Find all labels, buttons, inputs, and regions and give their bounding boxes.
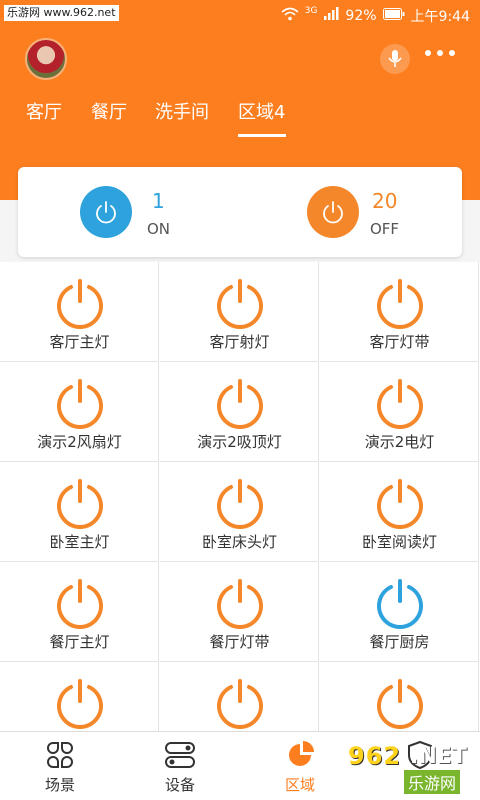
device-tile[interactable]: 卧室阅读灯 bbox=[320, 462, 479, 562]
power-icon[interactable] bbox=[54, 678, 106, 730]
off-power-button[interactable] bbox=[307, 186, 359, 238]
device-label: 客厅射灯 bbox=[209, 333, 270, 351]
battery-level: 92% bbox=[345, 8, 377, 24]
more-dot bbox=[425, 50, 431, 56]
device-icon bbox=[164, 740, 196, 770]
power-icon[interactable] bbox=[374, 278, 426, 330]
device-tile[interactable] bbox=[0, 662, 159, 732]
power-icon[interactable] bbox=[54, 378, 106, 430]
power-icon[interactable] bbox=[54, 278, 106, 330]
app-screen: 乐游网 www.962.net 3G 92% 上午9:44 客厅 餐厅 洗手间 … bbox=[0, 0, 480, 800]
network-type: 3G bbox=[304, 6, 318, 16]
device-label: 餐厅厨房 bbox=[369, 633, 430, 651]
on-power-button[interactable] bbox=[80, 186, 132, 238]
on-count: 1 bbox=[152, 189, 165, 213]
power-icon[interactable] bbox=[214, 578, 266, 630]
device-grid: 客厅主灯 客厅射灯 客厅灯带演示2风扇灯 演示2吸顶灯 演示2电灯卧室主灯 卧室床头灯 卧室… bbox=[0, 262, 480, 732]
power-icon[interactable] bbox=[374, 478, 426, 530]
device-tile[interactable]: 演示2电灯 bbox=[320, 362, 479, 462]
power-icon[interactable] bbox=[214, 278, 266, 330]
scene-icon bbox=[44, 740, 76, 770]
device-label: 客厅灯带 bbox=[369, 333, 430, 351]
device-label: 餐厅灯带 bbox=[209, 633, 270, 651]
microphone-icon bbox=[388, 50, 402, 67]
nav-scene[interactable]: 场景 bbox=[0, 732, 120, 800]
off-count: 20 bbox=[372, 189, 398, 213]
device-tile[interactable]: 演示2风扇灯 bbox=[0, 362, 159, 462]
power-icon[interactable] bbox=[54, 478, 106, 530]
site-logo: 962 .NET 乐游网 bbox=[340, 740, 476, 796]
nav-device-label: 设备 bbox=[164, 776, 195, 794]
watermark: 乐游网 www.962.net bbox=[4, 5, 119, 21]
on-label: ON bbox=[147, 220, 171, 238]
logo-text-cn: 乐游网 bbox=[404, 770, 461, 794]
power-icon[interactable] bbox=[374, 378, 426, 430]
device-tile[interactable]: 演示2吸顶灯 bbox=[160, 362, 319, 462]
more-dot bbox=[449, 50, 455, 56]
power-icon bbox=[323, 201, 343, 224]
power-icon[interactable] bbox=[374, 678, 426, 730]
off-label: OFF bbox=[370, 220, 400, 238]
status-bar: 3G 92% 上午9:44 bbox=[281, 6, 470, 26]
device-tile[interactable]: 餐厅厨房 bbox=[320, 562, 479, 662]
tab-washroom[interactable]: 洗手间 bbox=[155, 100, 209, 126]
device-tile[interactable]: 卧室主灯 bbox=[0, 462, 159, 562]
battery-icon bbox=[382, 8, 405, 24]
device-label: 餐厅主灯 bbox=[49, 633, 110, 651]
signal-icon bbox=[323, 7, 339, 25]
power-icon[interactable] bbox=[214, 378, 266, 430]
microphone-button[interactable] bbox=[380, 44, 410, 74]
power-icon[interactable] bbox=[374, 578, 426, 630]
wifi-icon bbox=[281, 7, 299, 25]
power-icon[interactable] bbox=[214, 678, 266, 730]
device-label: 演示2电灯 bbox=[364, 433, 435, 451]
logo-text-962: 962 bbox=[348, 742, 402, 770]
area-icon bbox=[284, 740, 316, 770]
power-icon[interactable] bbox=[54, 578, 106, 630]
device-label: 演示2吸顶灯 bbox=[197, 433, 282, 451]
more-options-button[interactable] bbox=[425, 50, 455, 56]
device-label: 卧室阅读灯 bbox=[361, 533, 437, 551]
device-tile[interactable]: 客厅主灯 bbox=[0, 262, 159, 362]
device-label: 卧室床头灯 bbox=[201, 533, 277, 551]
clock: 上午9:44 bbox=[410, 9, 470, 25]
more-dot bbox=[437, 50, 443, 56]
active-tab-indicator bbox=[238, 134, 286, 137]
device-tile[interactable] bbox=[160, 662, 319, 732]
device-label: 卧室主灯 bbox=[49, 533, 110, 551]
nav-device[interactable]: 设备 bbox=[120, 732, 240, 800]
device-tile[interactable] bbox=[320, 662, 479, 732]
logo-text-net: .NET bbox=[410, 744, 467, 769]
tab-area-4[interactable]: 区域4 bbox=[238, 100, 285, 126]
power-icon bbox=[96, 201, 116, 224]
summary-card: 1 ON 20 OFF bbox=[18, 167, 462, 257]
device-label: 客厅主灯 bbox=[49, 333, 110, 351]
tab-dining-room[interactable]: 餐厅 bbox=[91, 100, 127, 126]
nav-scene-label: 场景 bbox=[44, 776, 75, 794]
device-tile[interactable]: 客厅射灯 bbox=[160, 262, 319, 362]
avatar[interactable] bbox=[25, 38, 67, 80]
device-label: 演示2风扇灯 bbox=[37, 433, 122, 451]
tab-living-room[interactable]: 客厅 bbox=[26, 100, 62, 126]
device-tile[interactable]: 卧室床头灯 bbox=[160, 462, 319, 562]
device-tile[interactable]: 客厅灯带 bbox=[320, 262, 479, 362]
device-tile[interactable]: 餐厅主灯 bbox=[0, 562, 159, 662]
power-icon[interactable] bbox=[214, 478, 266, 530]
device-tile[interactable]: 餐厅灯带 bbox=[160, 562, 319, 662]
